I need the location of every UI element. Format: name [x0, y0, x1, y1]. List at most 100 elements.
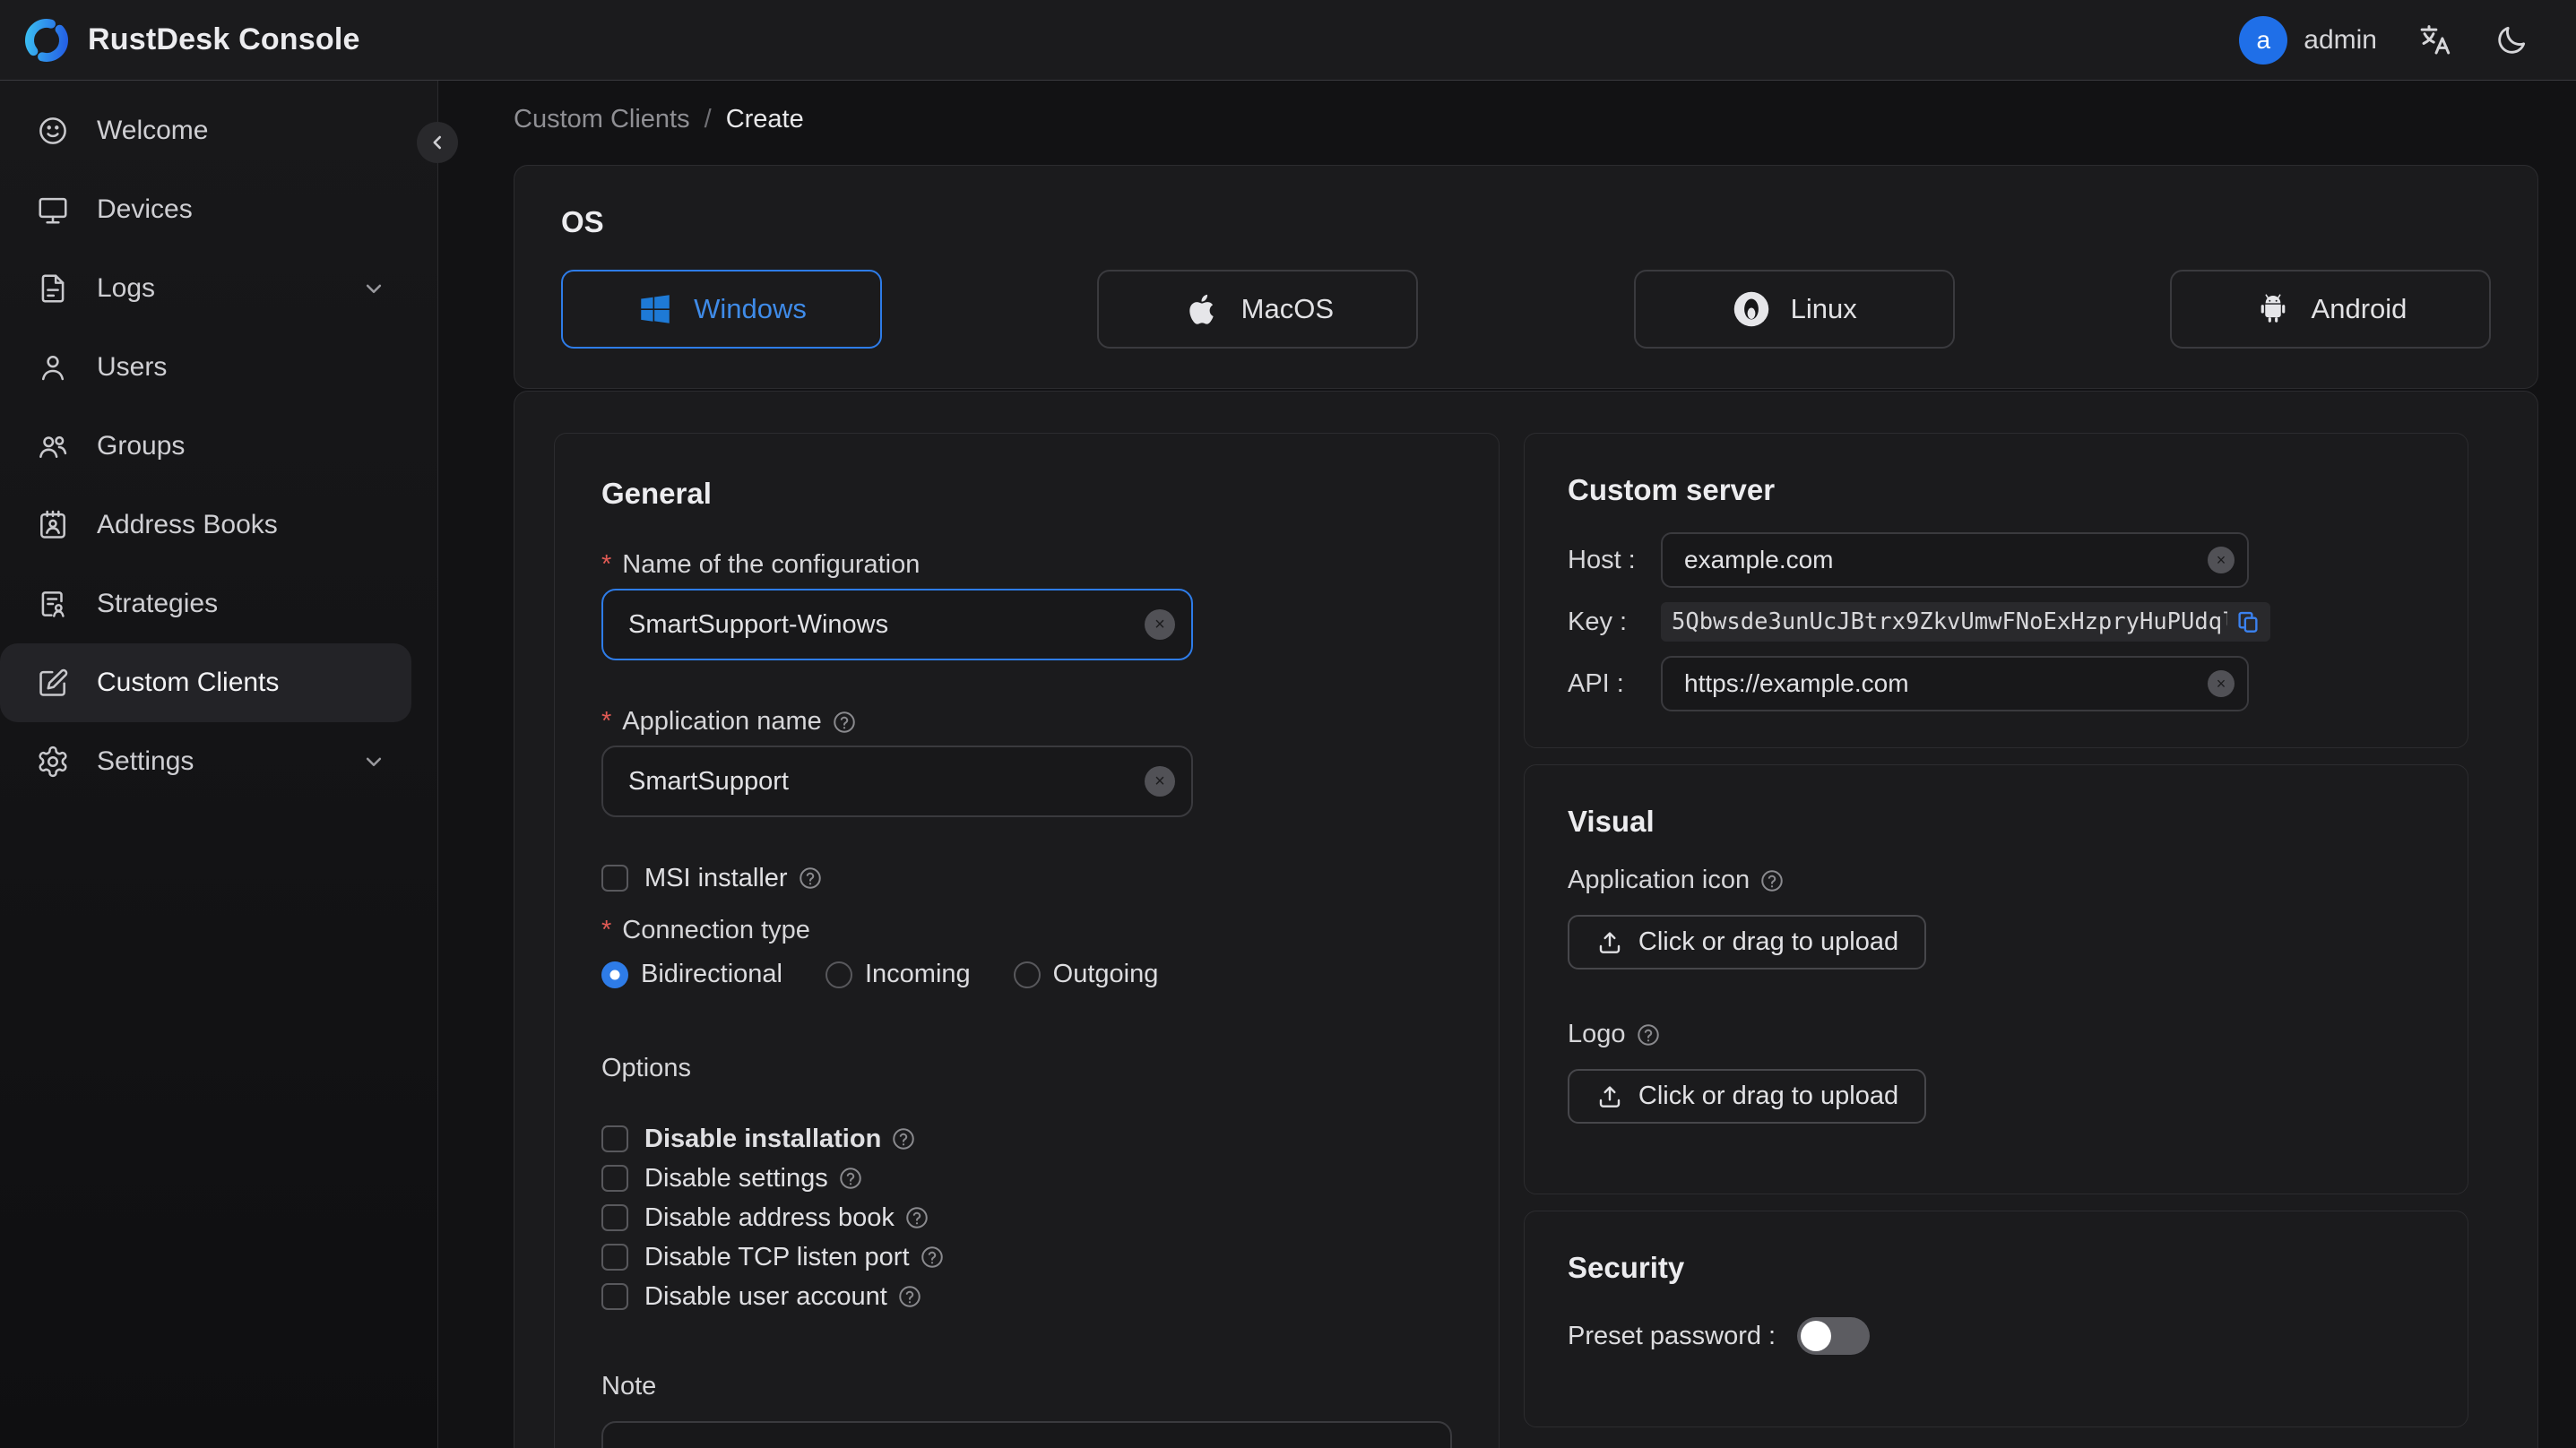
user-menu[interactable]: a admin: [2239, 15, 2377, 65]
preset-password-label: Preset password :: [1568, 1321, 1776, 1350]
radio-incoming[interactable]: Incoming: [825, 960, 971, 989]
general-card: General * Name of the configuration × * …: [554, 433, 1500, 1448]
logo-upload-button[interactable]: Click or drag to upload: [1568, 1069, 1926, 1124]
breadcrumb-current: Create: [725, 104, 804, 134]
msi-installer-checkbox[interactable]: [601, 865, 628, 892]
note-textarea[interactable]: [601, 1421, 1452, 1448]
host-field: ×: [1661, 532, 2249, 588]
sidebar-item-strategies[interactable]: Strategies: [0, 565, 437, 643]
checkbox[interactable]: [601, 1125, 628, 1152]
key-label: Key :: [1568, 607, 1628, 636]
dark-mode-toggle[interactable]: [2494, 22, 2529, 58]
sidebar-item-address-books[interactable]: Address Books: [0, 486, 437, 565]
edit-icon: [39, 668, 68, 696]
sidebar-item-label: Devices: [97, 194, 193, 224]
required-marker: *: [601, 707, 612, 736]
question-circle-icon[interactable]: [1759, 867, 1785, 894]
sidebar-item-devices[interactable]: Devices: [0, 170, 437, 249]
breadcrumb-separator: /: [704, 104, 712, 134]
general-title: General: [601, 477, 712, 510]
sidebar-item-groups[interactable]: Groups: [0, 407, 437, 486]
os-button-linux[interactable]: Linux: [1633, 270, 1955, 349]
option-disable-settings[interactable]: Disable settings: [601, 1159, 1452, 1198]
config-name-label: * Name of the configuration: [601, 550, 921, 579]
sidebar-item-welcome[interactable]: Welcome: [0, 91, 437, 170]
checkbox[interactable]: [601, 1204, 628, 1231]
copy-key-button[interactable]: [2235, 608, 2261, 635]
right-column: Custom server Host : × Key : 5Qbwsde3unU…: [1524, 433, 2468, 1427]
question-circle-icon[interactable]: [919, 1244, 946, 1271]
question-circle-icon[interactable]: [1635, 1021, 1662, 1048]
question-circle-icon[interactable]: [831, 709, 858, 736]
option-disable-address-book[interactable]: Disable address book: [601, 1198, 1452, 1237]
chevron-left-icon: [433, 135, 442, 150]
moon-icon: [2498, 26, 2526, 54]
toggle-knob: [1801, 1321, 1832, 1351]
options-list: Disable installation Disable settings Di…: [601, 1119, 1452, 1316]
config-name-input[interactable]: [628, 609, 1134, 640]
breadcrumb-section[interactable]: Custom Clients: [514, 105, 690, 134]
checkbox[interactable]: [601, 1244, 628, 1271]
question-circle-icon[interactable]: [896, 1283, 923, 1310]
option-label: Disable settings: [644, 1164, 864, 1194]
option-label: Disable TCP listen port: [644, 1243, 946, 1272]
options-label: Options: [601, 1054, 691, 1082]
preset-password-toggle[interactable]: [1797, 1317, 1871, 1355]
sidebar-item-label: Logs: [97, 273, 156, 303]
api-row: API : ×: [1568, 656, 2425, 711]
os-button-label: Windows: [694, 293, 807, 324]
option-disable-user-account[interactable]: Disable user account: [601, 1277, 1452, 1316]
sidebar-item-label: Strategies: [97, 589, 219, 618]
security-title: Security: [1568, 1251, 1685, 1284]
os-button-android[interactable]: Android: [2169, 270, 2491, 349]
chevron-down-icon: [366, 284, 382, 293]
question-circle-icon[interactable]: [890, 1125, 917, 1152]
sidebar-item-logs[interactable]: Logs: [0, 249, 437, 328]
option-disable-installation[interactable]: Disable installation: [601, 1119, 1452, 1159]
clear-icon[interactable]: ×: [2208, 670, 2235, 697]
sidebar-item-label: Address Books: [97, 510, 278, 539]
radio-outgoing[interactable]: Outgoing: [1013, 960, 1158, 989]
host-label: Host :: [1568, 545, 1636, 574]
clear-icon[interactable]: ×: [1145, 766, 1175, 797]
linux-penguin-icon: [1733, 291, 1768, 327]
document-icon: [41, 274, 65, 303]
client-config-section: General * Name of the configuration × * …: [514, 391, 2538, 1448]
clear-icon[interactable]: ×: [2208, 547, 2235, 573]
required-marker: *: [601, 550, 612, 579]
brand: RustDesk Console: [23, 17, 360, 64]
sidebar-item-label: Welcome: [97, 116, 209, 145]
users-icon: [39, 435, 67, 458]
checkbox[interactable]: [601, 1165, 628, 1192]
username: admin: [2304, 24, 2377, 55]
language-button[interactable]: [2416, 22, 2454, 59]
question-circle-icon[interactable]: [837, 1165, 864, 1192]
question-circle-icon[interactable]: [903, 1204, 930, 1231]
gear-icon: [39, 746, 67, 778]
app-name-input[interactable]: [628, 766, 1134, 797]
radio-icon: [825, 961, 852, 988]
os-button-macos[interactable]: MacOS: [1097, 270, 1419, 349]
avatar[interactable]: a: [2239, 15, 2288, 65]
visual-title: Visual: [1568, 805, 1655, 838]
os-button-windows[interactable]: Windows: [561, 270, 882, 349]
question-circle-icon[interactable]: [797, 865, 824, 892]
app-title: RustDesk Console: [88, 22, 360, 56]
application-icon-upload-button[interactable]: Click or drag to upload: [1568, 915, 1926, 970]
checkbox[interactable]: [601, 1283, 628, 1310]
monitor-icon: [39, 197, 67, 224]
custom-server-card: Custom server Host : × Key : 5Qbwsde3unU…: [1524, 433, 2468, 748]
host-input[interactable]: [1684, 546, 2197, 574]
security-card: Security Preset password :: [1524, 1211, 2468, 1427]
sidebar-item-custom-clients[interactable]: Custom Clients: [0, 643, 411, 722]
os-section: OS Windows MacOS Linux Android: [514, 165, 2538, 389]
sidebar-collapse-button[interactable]: [417, 122, 458, 163]
option-disable-tcp-listen-port[interactable]: Disable TCP listen port: [601, 1237, 1452, 1277]
api-input[interactable]: [1684, 669, 2197, 698]
radio-bidirectional[interactable]: Bidirectional: [601, 960, 782, 989]
main-content: Custom Clients / Create OS Windows MacOS…: [438, 81, 2576, 1448]
translate-icon: [2420, 24, 2451, 54]
clear-icon[interactable]: ×: [1145, 609, 1175, 640]
sidebar-item-settings[interactable]: Settings: [0, 722, 437, 801]
sidebar-item-users[interactable]: Users: [0, 328, 437, 407]
